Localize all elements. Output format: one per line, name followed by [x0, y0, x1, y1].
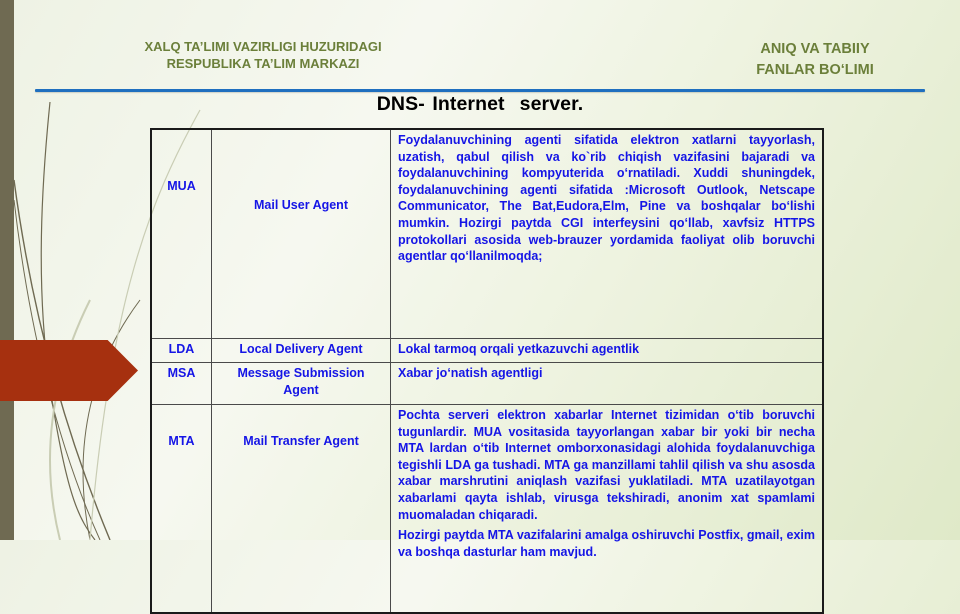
mail-agents-table: MUA Mail User Agent Foydalanuvchining ag… — [150, 128, 824, 614]
agent-name: Mail Transfer Agent — [211, 404, 391, 614]
table-row: LDA Local Delivery Agent Lokal tarmoq or… — [150, 338, 824, 363]
agent-description: Pochta serveri elektron xabarlar Interne… — [390, 404, 824, 614]
left-accent-bar — [0, 0, 14, 540]
organization-line-1: XALQ TA’LIMI VAZIRLIGI HUZURIDAGI — [144, 39, 382, 54]
agent-abbreviation: MSA — [150, 362, 212, 405]
agent-abbreviation: MTA — [150, 404, 212, 614]
decorative-curve — [82, 299, 141, 540]
agent-abbreviation: LDA — [150, 338, 212, 363]
decorative-curve — [49, 299, 91, 540]
agent-name: Mail User Agent — [211, 128, 391, 339]
department-line-1: ANIQ VA TABIIY — [760, 41, 870, 57]
table-row: MSA Message Submission Agent Xabar jo‘na… — [150, 362, 824, 405]
department-line-2: FANLAR BO‘LIMI — [756, 62, 874, 78]
table-row: MTA Mail Transfer Agent Pochta serveri e… — [150, 404, 824, 614]
agent-description: Foydalanuvchining agenti sifatida elektr… — [390, 128, 824, 339]
agent-name: Message Submission Agent — [211, 362, 391, 405]
description-paragraph: Lokal tarmoq orqali yetkazuvchi agentlik — [398, 342, 640, 356]
arrow-decoration — [0, 340, 138, 401]
agent-abbreviation: MUA — [150, 128, 212, 339]
description-paragraph: Foydalanuvchining agenti sifatida elektr… — [398, 133, 815, 264]
description-paragraph: Hozirgi paytda MTA vazifalarini amalga o… — [398, 528, 815, 559]
agent-name: Local Delivery Agent — [211, 338, 391, 363]
organization-line-2: RESPUBLIKA TA’LIM MARKAZI — [166, 56, 360, 71]
table-row: MUA Mail User Agent Foydalanuvchining ag… — [150, 128, 824, 339]
decorative-curve — [40, 101, 96, 540]
department-header: ANIQ VA TABIIY FANLAR BO‘LIMI — [720, 39, 910, 81]
page-title: DNS- Internet server. — [376, 93, 584, 115]
header-divider — [35, 89, 925, 92]
agent-description: Xabar jo‘natish agentligi — [390, 362, 824, 405]
agent-description: Lokal tarmoq orqali yetkazuvchi agentlik — [390, 338, 824, 363]
description-paragraph: Xabar jo‘natish agentligi — [398, 366, 543, 380]
description-paragraph: Pochta serveri elektron xabarlar Interne… — [398, 408, 815, 522]
organization-header: XALQ TA’LIMI VAZIRLIGI HUZURIDAGI RESPUB… — [88, 38, 438, 72]
